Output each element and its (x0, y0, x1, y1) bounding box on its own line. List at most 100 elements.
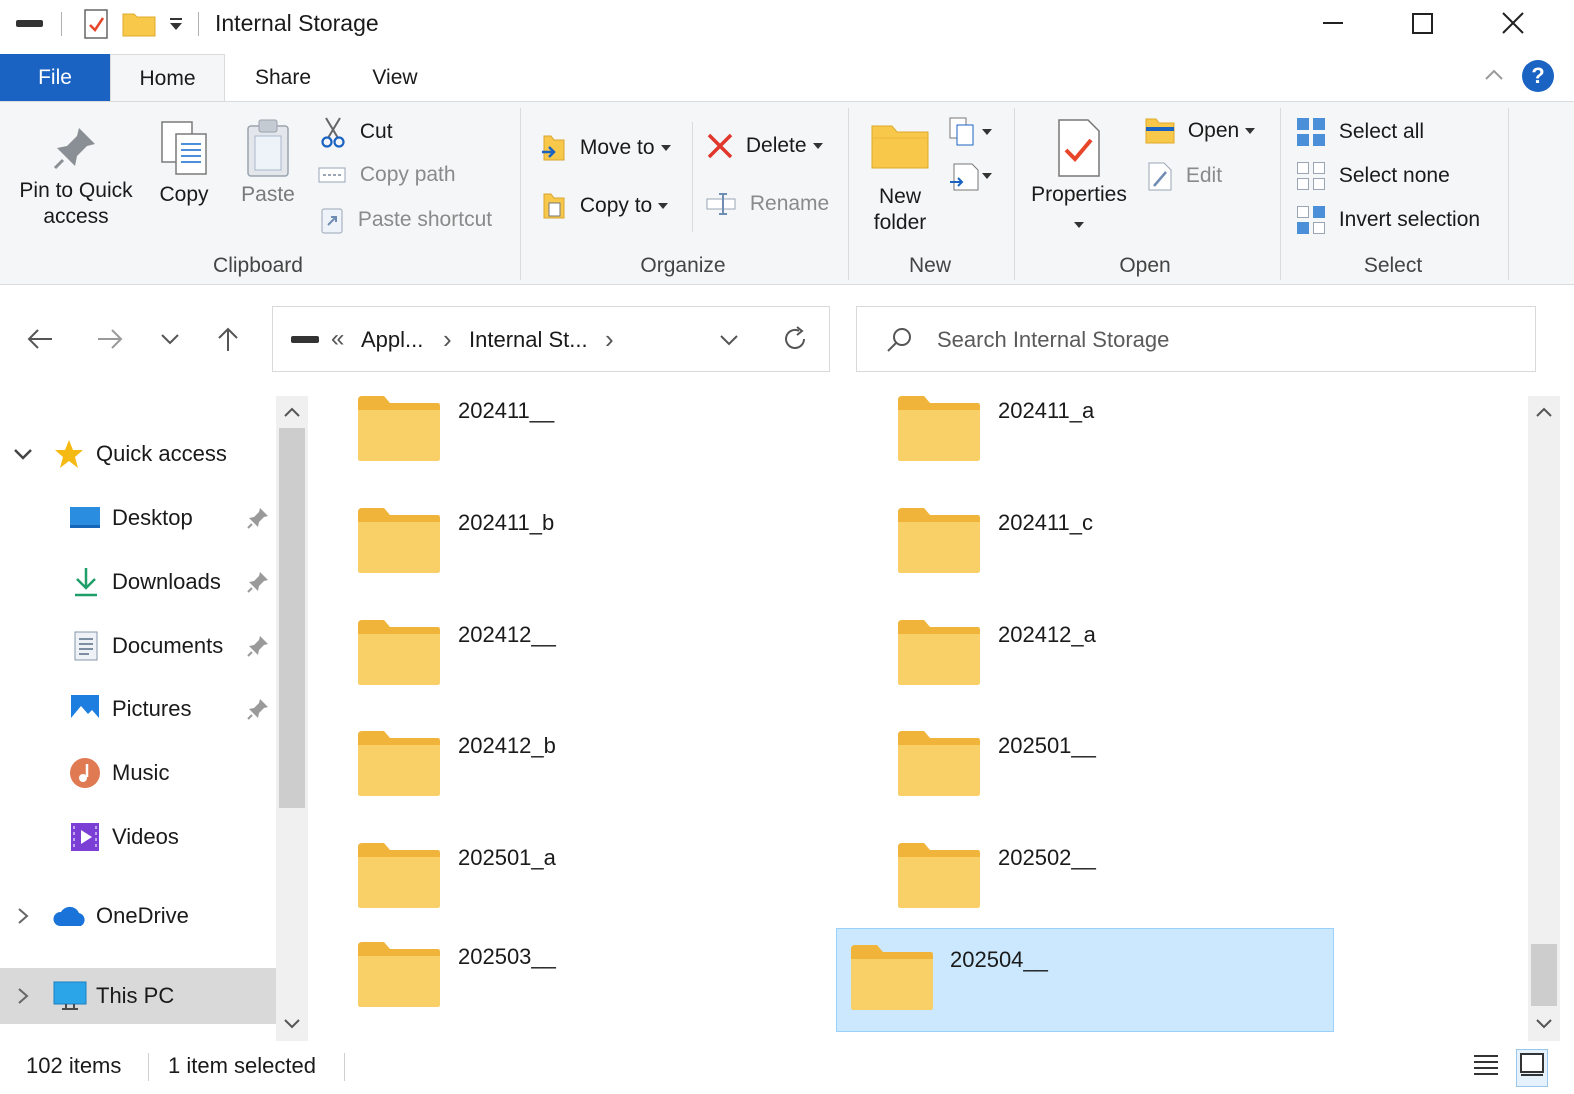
chevron-down-icon[interactable] (13, 448, 33, 460)
new-folder-button[interactable]: New folder (862, 122, 938, 236)
folder-name: 202412_b (458, 733, 556, 758)
tab-view[interactable]: View (345, 54, 445, 101)
sidebar-item-quick-access[interactable]: Quick access (0, 426, 276, 482)
minimize-button[interactable] (1288, 0, 1378, 46)
folder-item[interactable]: 202411_a (850, 396, 1348, 496)
large-icons-view-button[interactable] (1516, 1049, 1548, 1087)
scroll-down-icon[interactable] (1535, 1018, 1553, 1030)
help-icon[interactable]: ? (1522, 60, 1554, 92)
search-input[interactable] (937, 323, 1497, 357)
scroll-down-icon[interactable] (283, 1018, 301, 1030)
folder-item[interactable]: 202411_c (850, 506, 1348, 608)
sidebar-item-pictures[interactable]: Pictures (0, 681, 276, 737)
breadcrumb-separator[interactable]: › (443, 324, 452, 355)
pin-icon[interactable] (246, 634, 270, 658)
close-button[interactable] (1468, 0, 1558, 46)
scroll-up-icon[interactable] (283, 406, 301, 418)
breadcrumb-internal-storage[interactable]: Internal St... (469, 327, 588, 353)
refresh-button[interactable] (781, 325, 809, 358)
sidebar-label: Documents (112, 633, 224, 658)
status-separator (344, 1053, 345, 1081)
scroll-up-icon[interactable] (1535, 406, 1553, 418)
pin-icon[interactable] (246, 506, 270, 530)
navigation-pane: Quick access Desktop Downloads Documents… (0, 396, 276, 1041)
delete-button[interactable]: Delete (706, 132, 823, 160)
search-box[interactable] (856, 306, 1536, 372)
tab-file[interactable]: File (0, 54, 110, 101)
navigation-pane-scrollbar[interactable] (276, 396, 308, 1041)
copy-to-button[interactable]: Copy to (540, 190, 669, 222)
folder-item[interactable]: 202501__ (850, 729, 1348, 831)
address-dropdown-button[interactable] (719, 333, 739, 351)
address-overflow[interactable]: « (331, 325, 344, 353)
file-list-scrollbar[interactable] (1528, 396, 1560, 1041)
paste-shortcut-button[interactable]: Paste shortcut (320, 205, 492, 235)
maximize-button[interactable] (1377, 0, 1467, 46)
folder-name: 202412_a (998, 622, 1096, 647)
new-folder-quick-icon[interactable] (122, 11, 156, 42)
folder-name: 202411__ (458, 398, 555, 423)
breadcrumb-appl[interactable]: Appl... (361, 327, 423, 353)
address-bar[interactable]: « Appl... › Internal St... › (272, 306, 830, 372)
pin-icon[interactable] (246, 570, 270, 594)
chevron-down-icon (720, 335, 738, 346)
cut-button[interactable]: Cut (320, 116, 393, 148)
ribbon-tabs: File Home Share View ? (0, 54, 1574, 102)
back-button[interactable] (20, 322, 60, 356)
sidebar-item-documents[interactable]: Documents (0, 618, 276, 674)
rename-icon (706, 193, 736, 216)
open-button[interactable]: Open (1144, 116, 1256, 146)
organize-group-label: Organize (640, 254, 726, 277)
folder-name: 202411_a (998, 398, 1095, 423)
properties-quick-icon[interactable] (84, 9, 108, 44)
folder-item[interactable]: 202412_a (850, 618, 1348, 720)
collapse-ribbon-icon[interactable] (1484, 68, 1504, 87)
drive-icon (291, 336, 319, 343)
recent-locations-button[interactable] (150, 322, 190, 356)
folder-item[interactable]: 202412__ (310, 618, 808, 720)
copy-icon (161, 121, 207, 175)
folder-item[interactable]: 202501_a (310, 841, 808, 943)
sidebar-item-this-pc[interactable]: This PC (0, 968, 276, 1024)
open-label: Open (1187, 119, 1240, 142)
new-item-button[interactable] (948, 116, 992, 148)
rename-button[interactable]: Rename (706, 192, 829, 216)
scrollbar-thumb[interactable] (1531, 944, 1557, 1006)
chevron-right-icon[interactable] (17, 907, 29, 925)
invert-selection-button[interactable]: Invert selection (1295, 204, 1480, 236)
up-button[interactable] (208, 322, 248, 356)
move-to-button[interactable]: Move to (540, 132, 671, 164)
sidebar-item-downloads[interactable]: Downloads (0, 554, 276, 610)
scrollbar-thumb[interactable] (279, 428, 305, 808)
breadcrumb-separator[interactable]: › (605, 324, 614, 355)
folder-item[interactable]: 202504__ (836, 928, 1334, 1032)
sidebar-item-music[interactable]: Music (0, 745, 276, 801)
sidebar-item-desktop[interactable]: Desktop (0, 490, 276, 546)
folder-item[interactable]: 202411__ (310, 396, 808, 496)
select-none-button[interactable]: Select none (1295, 160, 1450, 192)
tab-home[interactable]: Home (110, 54, 225, 102)
folder-item[interactable]: 202503__ (310, 940, 808, 1041)
edit-button[interactable]: Edit (1146, 160, 1222, 192)
pin-to-quick-access-button[interactable]: Pin to Quick access (8, 124, 144, 230)
folder-item[interactable]: 202411_b (310, 506, 808, 608)
select-all-button[interactable]: Select all (1295, 116, 1424, 148)
sidebar-item-videos[interactable]: Videos (0, 809, 276, 865)
easy-access-button[interactable] (948, 160, 992, 192)
pin-icon[interactable] (246, 697, 270, 721)
chevron-right-icon[interactable] (17, 987, 29, 1005)
status-separator (148, 1053, 149, 1081)
tab-share[interactable]: Share (235, 54, 331, 101)
copy-button[interactable]: Copy (154, 120, 214, 208)
qat-customize-icon[interactable] (168, 16, 184, 37)
sidebar-item-onedrive[interactable]: OneDrive (0, 888, 276, 944)
properties-button[interactable]: Properties (1024, 118, 1134, 238)
paste-icon (247, 119, 289, 177)
copy-path-button[interactable]: Copy path (318, 163, 456, 187)
paste-button[interactable]: Paste (234, 118, 302, 208)
forward-button[interactable] (90, 322, 130, 356)
folder-item[interactable]: 202412_b (310, 729, 808, 831)
arrow-left-icon (27, 329, 52, 349)
details-view-button[interactable] (1472, 1051, 1500, 1085)
folder-icon (358, 620, 440, 685)
